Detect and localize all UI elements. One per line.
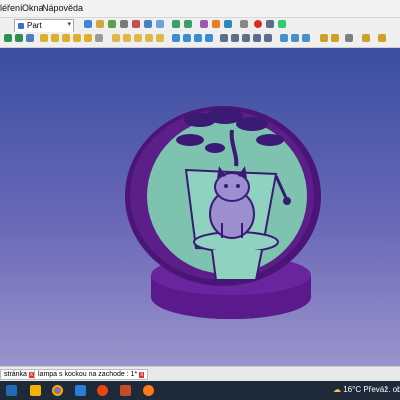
model-render — [125, 106, 321, 319]
undo-icon[interactable] — [172, 20, 180, 28]
top-view-icon[interactable] — [62, 34, 70, 42]
workbench-label: Part — [27, 21, 42, 30]
record-macro-icon[interactable] — [240, 20, 248, 28]
cone-icon[interactable] — [145, 34, 153, 42]
file-explorer-icon[interactable] — [30, 385, 41, 396]
cylinder-icon[interactable] — [123, 34, 131, 42]
menu-bar: léření Okna Nápověda — [0, 0, 400, 17]
menu-item-windows[interactable]: Okna — [22, 3, 44, 13]
fit-selection-icon[interactable] — [15, 34, 23, 42]
refresh-icon[interactable] — [200, 20, 208, 28]
offset-icon[interactable] — [320, 34, 328, 42]
common-icon[interactable] — [205, 34, 213, 42]
mirror-icon[interactable] — [242, 34, 250, 42]
paste-icon[interactable] — [156, 20, 164, 28]
right-view-icon[interactable] — [73, 34, 81, 42]
front-view-icon[interactable] — [51, 34, 59, 42]
print-icon[interactable] — [120, 20, 128, 28]
boolean-icon[interactable] — [172, 34, 180, 42]
revolve-icon[interactable] — [231, 34, 239, 42]
document-tabs: stránka x lampa s kockou na zachode : 1* x — [0, 366, 400, 382]
copy-icon[interactable] — [144, 20, 152, 28]
weather-widget[interactable]: ☁ 16°C Převáž. oblač — [333, 385, 400, 394]
sphere-icon[interactable] — [134, 34, 142, 42]
temperature: 16°C — [343, 385, 362, 394]
macro-icon[interactable] — [212, 20, 220, 28]
cut-icon[interactable] — [132, 20, 140, 28]
redo-icon[interactable] — [184, 20, 192, 28]
menu-item-view[interactable]: léření — [0, 3, 23, 13]
weather-text: Převáž. oblač — [363, 385, 400, 394]
cube-icon[interactable] — [112, 34, 120, 42]
app-icon[interactable] — [143, 385, 154, 396]
extrude-icon[interactable] — [220, 34, 228, 42]
measure-icon[interactable] — [95, 34, 103, 42]
freecad-icon[interactable] — [120, 385, 131, 396]
chamfer-icon[interactable] — [264, 34, 272, 42]
workbench-icon — [18, 23, 24, 29]
word-icon[interactable] — [75, 385, 86, 396]
weather-icon: ☁ — [333, 385, 341, 394]
check-geometry-icon[interactable] — [362, 34, 370, 42]
open-icon[interactable] — [96, 20, 104, 28]
cut-shape-icon[interactable] — [183, 34, 191, 42]
macros-icon[interactable] — [266, 20, 274, 28]
firefox-icon[interactable] — [97, 385, 108, 396]
toolbar-view — [0, 32, 400, 48]
chevron-down-icon: ▾ — [67, 21, 71, 28]
draw-style-icon[interactable] — [26, 34, 34, 42]
stop-macro-icon[interactable] — [254, 20, 262, 28]
menu-item-help[interactable]: Nápověda — [42, 3, 83, 13]
tab-start-page[interactable]: stránka x — [0, 369, 38, 380]
fit-all-icon[interactable] — [4, 34, 12, 42]
thickness-icon[interactable] — [331, 34, 339, 42]
torus-icon[interactable] — [156, 34, 164, 42]
sweep-icon[interactable] — [302, 34, 310, 42]
new-icon[interactable] — [84, 20, 92, 28]
fillet-icon[interactable] — [253, 34, 261, 42]
3d-viewport[interactable] — [0, 48, 400, 366]
axonometric-icon[interactable] — [40, 34, 48, 42]
run-macro-icon[interactable] — [278, 20, 286, 28]
taskbar: ☁ 16°C Převáž. oblač — [0, 381, 400, 400]
loft-icon[interactable] — [291, 34, 299, 42]
task-view-icon[interactable] — [6, 385, 17, 396]
projection-icon[interactable] — [345, 34, 353, 42]
tab-label: stránka — [4, 371, 27, 378]
fuse-icon[interactable] — [194, 34, 202, 42]
tab-label: lampa s kockou na zachode : 1* — [38, 371, 138, 378]
section-icon[interactable] — [280, 34, 288, 42]
chrome-icon[interactable] — [52, 385, 63, 396]
close-icon[interactable]: x — [139, 372, 145, 378]
defeaturing-icon[interactable] — [378, 34, 386, 42]
rear-view-icon[interactable] — [84, 34, 92, 42]
tab-document[interactable]: lampa s kockou na zachode : 1* x — [34, 369, 149, 380]
toolbar-main: Part ▾ — [0, 17, 400, 33]
whats-this-icon[interactable] — [224, 20, 232, 28]
workbench-selector[interactable]: Part ▾ — [14, 19, 74, 33]
save-icon[interactable] — [108, 20, 116, 28]
